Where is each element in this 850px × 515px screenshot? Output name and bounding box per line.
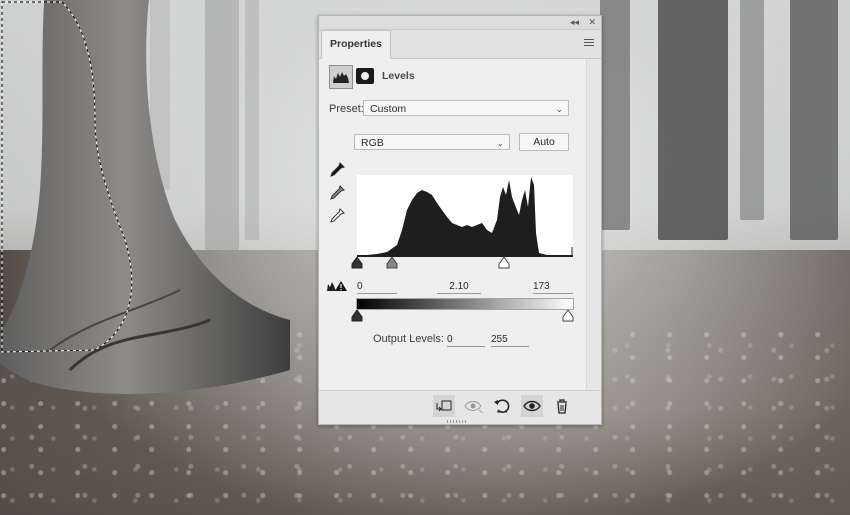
panel-resize-grip[interactable] — [447, 420, 467, 423]
panel-scrollbar[interactable] — [586, 59, 601, 391]
gray-eyedropper-icon[interactable] — [329, 185, 345, 201]
chevron-down-icon: ⌄ — [555, 104, 563, 114]
background-tree — [658, 0, 728, 240]
black-eyedropper-icon[interactable] — [329, 162, 345, 178]
panel-tab-row: Properties — [319, 30, 601, 59]
adjustment-title: Levels — [382, 70, 415, 82]
channel-dropdown[interactable]: RGB ⌄ — [354, 134, 510, 150]
view-previous-state-icon[interactable] — [463, 395, 485, 417]
output-white-field[interactable]: 255 — [491, 333, 529, 347]
background-tree — [600, 0, 630, 230]
panel-menu-icon[interactable] — [584, 39, 594, 48]
panel-title-bar[interactable]: ◂◂ ✕ — [319, 16, 601, 30]
trash-icon[interactable] — [551, 395, 573, 417]
output-black-handle — [351, 310, 363, 322]
close-panel-icon[interactable]: ✕ — [588, 16, 596, 29]
preset-label: Preset: — [329, 103, 364, 115]
input-black-field[interactable]: 0 — [357, 280, 397, 294]
black-point-handle — [351, 257, 363, 269]
output-gradient-bar — [356, 298, 574, 310]
levels-histogram-icon[interactable] — [329, 65, 353, 89]
white-eyedropper-icon[interactable] — [329, 208, 345, 224]
output-levels-label: Output Levels: — [373, 333, 444, 345]
visibility-eye-icon[interactable] — [521, 395, 543, 417]
gamma-handle — [386, 257, 398, 269]
histogram — [357, 175, 573, 257]
white-point-handle — [498, 257, 510, 269]
reset-icon[interactable] — [491, 395, 513, 417]
auto-button[interactable]: Auto — [519, 133, 569, 151]
input-gamma-field[interactable]: 2.10 — [437, 280, 481, 294]
input-levels-slider[interactable] — [351, 257, 573, 269]
output-black-field[interactable]: 0 — [447, 333, 485, 347]
preset-dropdown[interactable]: Custom ⌄ — [363, 100, 569, 116]
panel-content: Levels Preset: Custom ⌄ RGB ⌄ Auto 0 2.1… — [319, 59, 601, 391]
panel-bottom-toolbar — [319, 390, 601, 424]
layer-mask-icon[interactable] — [356, 68, 374, 84]
clipping-warning-icon[interactable] — [326, 279, 348, 293]
background-tree — [740, 0, 764, 220]
tab-properties[interactable]: Properties — [321, 30, 391, 59]
input-white-field[interactable]: 173 — [533, 280, 573, 294]
chevron-down-icon: ⌄ — [496, 138, 504, 148]
collapse-panel-icon[interactable]: ◂◂ — [570, 16, 579, 29]
clip-to-layer-icon[interactable] — [433, 395, 455, 417]
histogram-plot — [357, 177, 573, 257]
background-tree — [790, 0, 838, 240]
channel-value: RGB — [361, 137, 384, 149]
output-levels-slider[interactable] — [351, 310, 575, 322]
output-white-handle — [562, 310, 574, 322]
marching-ants-selection — [1, 1, 133, 353]
properties-panel: ◂◂ ✕ Properties Levels Preset: Custom ⌄ … — [318, 15, 602, 425]
preset-value: Custom — [370, 103, 407, 115]
